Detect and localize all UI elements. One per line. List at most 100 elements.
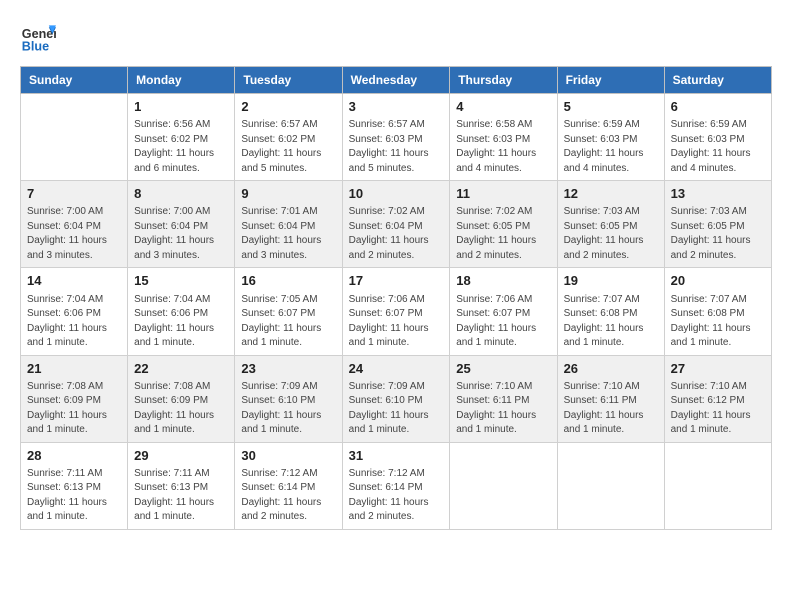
calendar-cell: 25 Sunrise: 7:10 AMSunset: 6:11 PMDayligh… [450, 355, 557, 442]
day-info: Sunrise: 7:05 AMSunset: 6:07 PMDaylight:… [241, 293, 335, 351]
day-number: 1 [134, 98, 228, 116]
calendar-cell: 4 Sunrise: 6:58 AMSunset: 6:03 PMDaylight… [450, 94, 557, 181]
day-number: 7 [27, 185, 121, 203]
day-info: Sunrise: 7:03 AMSunset: 6:05 PMDaylight:… [671, 205, 765, 263]
calendar-cell: 11Sunrise: 7:02 AMSunset: 6:05 PMDayligh… [450, 181, 557, 268]
calendar-cell: 3 Sunrise: 6:57 AMSunset: 6:03 PMDaylight… [342, 94, 450, 181]
day-info: Sunrise: 7:10 AMSunset: 6:12 PMDaylight:… [671, 380, 765, 438]
day-number: 20 [671, 272, 765, 290]
day-number: 2 [241, 98, 335, 116]
day-number: 26 [564, 360, 658, 378]
calendar-cell: 1 Sunrise: 6:56 AMSunset: 6:02 PMDaylight… [128, 94, 235, 181]
calendar-cell: 23 Sunrise: 7:09 AMSunset: 6:10 PMDayligh… [235, 355, 342, 442]
calendar-cell: 22Sunrise: 7:08 AMSunset: 6:09 PMDayligh… [128, 355, 235, 442]
calendar-week-row: 28 Sunrise: 7:11 AMSunset: 6:13 PMDayligh… [21, 442, 772, 529]
calendar-cell: 6 Sunrise: 6:59 AMSunset: 6:03 PMDaylight… [664, 94, 771, 181]
day-number: 17 [349, 272, 444, 290]
calendar-cell: 8 Sunrise: 7:00 AMSunset: 6:04 PMDaylight… [128, 181, 235, 268]
weekday-header-friday: Friday [557, 67, 664, 94]
day-number: 5 [564, 98, 658, 116]
calendar-week-row: 21 Sunrise: 7:08 AMSunset: 6:09 PMDayligh… [21, 355, 772, 442]
calendar-cell: 30 Sunrise: 7:12 AMSunset: 6:14 PMDayligh… [235, 442, 342, 529]
calendar-cell: 21 Sunrise: 7:08 AMSunset: 6:09 PMDayligh… [21, 355, 128, 442]
day-number: 4 [456, 98, 550, 116]
day-info: Sunrise: 7:08 AMSunset: 6:09 PMDaylight:… [134, 380, 228, 438]
day-number: 19 [564, 272, 658, 290]
day-number: 10 [349, 185, 444, 203]
day-number: 23 [241, 360, 335, 378]
calendar-cell: 19 Sunrise: 7:07 AMSunset: 6:08 PMDayligh… [557, 268, 664, 355]
day-info: Sunrise: 7:10 AMSunset: 6:11 PMDaylight:… [456, 380, 550, 438]
day-number: 30 [241, 447, 335, 465]
day-info: Sunrise: 7:01 AMSunset: 6:04 PMDaylight:… [241, 205, 335, 263]
day-info: Sunrise: 6:57 AMSunset: 6:02 PMDaylight:… [241, 118, 335, 176]
day-info: Sunrise: 6:56 AMSunset: 6:02 PMDaylight:… [134, 118, 228, 176]
day-info: Sunrise: 6:59 AMSunset: 6:03 PMDaylight:… [671, 118, 765, 176]
page-header: General Blue [20, 20, 772, 56]
day-info: Sunrise: 7:08 AMSunset: 6:09 PMDaylight:… [27, 380, 121, 438]
calendar-cell: 9 Sunrise: 7:01 AMSunset: 6:04 PMDaylight… [235, 181, 342, 268]
day-number: 24 [349, 360, 444, 378]
calendar-cell: 5Sunrise: 6:59 AMSunset: 6:03 PMDaylight… [557, 94, 664, 181]
weekday-header-monday: Monday [128, 67, 235, 94]
day-info: Sunrise: 7:11 AMSunset: 6:13 PMDaylight:… [27, 467, 121, 525]
calendar-cell: 2 Sunrise: 6:57 AMSunset: 6:02 PMDaylight… [235, 94, 342, 181]
day-info: Sunrise: 6:58 AMSunset: 6:03 PMDaylight:… [456, 118, 550, 176]
calendar-cell: 24 Sunrise: 7:09 AMSunset: 6:10 PMDayligh… [342, 355, 450, 442]
day-info: Sunrise: 7:12 AMSunset: 6:14 PMDaylight:… [349, 467, 444, 525]
calendar-cell [557, 442, 664, 529]
day-number: 3 [349, 98, 444, 116]
calendar-week-row: 14Sunrise: 7:04 AMSunset: 6:06 PMDayligh… [21, 268, 772, 355]
day-info: Sunrise: 7:04 AMSunset: 6:06 PMDaylight:… [27, 293, 121, 351]
day-number: 18 [456, 272, 550, 290]
day-number: 9 [241, 185, 335, 203]
calendar-cell [21, 94, 128, 181]
day-info: Sunrise: 7:04 AMSunset: 6:06 PMDaylight:… [134, 293, 228, 351]
day-info: Sunrise: 7:09 AMSunset: 6:10 PMDaylight:… [241, 380, 335, 438]
calendar-cell: 26 Sunrise: 7:10 AMSunset: 6:11 PMDayligh… [557, 355, 664, 442]
calendar-cell: 10 Sunrise: 7:02 AMSunset: 6:04 PMDayligh… [342, 181, 450, 268]
day-info: Sunrise: 6:57 AMSunset: 6:03 PMDaylight:… [349, 118, 444, 176]
svg-text:Blue: Blue [22, 40, 49, 54]
calendar-cell: 12 Sunrise: 7:03 AMSunset: 6:05 PMDayligh… [557, 181, 664, 268]
calendar-cell [664, 442, 771, 529]
day-info: Sunrise: 7:03 AMSunset: 6:05 PMDaylight:… [564, 205, 658, 263]
calendar-cell: 28 Sunrise: 7:11 AMSunset: 6:13 PMDayligh… [21, 442, 128, 529]
day-number: 28 [27, 447, 121, 465]
logo: General Blue [20, 20, 60, 56]
calendar-cell: 14Sunrise: 7:04 AMSunset: 6:06 PMDayligh… [21, 268, 128, 355]
day-info: Sunrise: 7:07 AMSunset: 6:08 PMDaylight:… [564, 293, 658, 351]
calendar-cell: 20 Sunrise: 7:07 AMSunset: 6:08 PMDayligh… [664, 268, 771, 355]
day-info: Sunrise: 7:12 AMSunset: 6:14 PMDaylight:… [241, 467, 335, 525]
weekday-header-row: SundayMondayTuesdayWednesdayThursdayFrid… [21, 67, 772, 94]
calendar-table: SundayMondayTuesdayWednesdayThursdayFrid… [20, 66, 772, 530]
weekday-header-saturday: Saturday [664, 67, 771, 94]
day-number: 31 [349, 447, 444, 465]
day-number: 8 [134, 185, 228, 203]
day-number: 21 [27, 360, 121, 378]
calendar-cell: 7Sunrise: 7:00 AMSunset: 6:04 PMDaylight… [21, 181, 128, 268]
day-number: 12 [564, 185, 658, 203]
calendar-cell: 18Sunrise: 7:06 AMSunset: 6:07 PMDayligh… [450, 268, 557, 355]
day-info: Sunrise: 7:06 AMSunset: 6:07 PMDaylight:… [349, 293, 444, 351]
day-number: 16 [241, 272, 335, 290]
calendar-cell: 15Sunrise: 7:04 AMSunset: 6:06 PMDayligh… [128, 268, 235, 355]
day-number: 13 [671, 185, 765, 203]
day-info: Sunrise: 7:10 AMSunset: 6:11 PMDaylight:… [564, 380, 658, 438]
day-number: 29 [134, 447, 228, 465]
calendar-cell: 16 Sunrise: 7:05 AMSunset: 6:07 PMDayligh… [235, 268, 342, 355]
day-info: Sunrise: 7:02 AMSunset: 6:04 PMDaylight:… [349, 205, 444, 263]
calendar-cell: 17 Sunrise: 7:06 AMSunset: 6:07 PMDayligh… [342, 268, 450, 355]
logo-icon: General Blue [20, 20, 56, 56]
day-info: Sunrise: 7:00 AMSunset: 6:04 PMDaylight:… [134, 205, 228, 263]
day-number: 27 [671, 360, 765, 378]
day-info: Sunrise: 7:07 AMSunset: 6:08 PMDaylight:… [671, 293, 765, 351]
day-number: 25 [456, 360, 550, 378]
calendar-cell [450, 442, 557, 529]
weekday-header-thursday: Thursday [450, 67, 557, 94]
day-info: Sunrise: 7:09 AMSunset: 6:10 PMDaylight:… [349, 380, 444, 438]
calendar-cell: 27 Sunrise: 7:10 AMSunset: 6:12 PMDayligh… [664, 355, 771, 442]
day-number: 6 [671, 98, 765, 116]
calendar-cell: 29 Sunrise: 7:11 AMSunset: 6:13 PMDayligh… [128, 442, 235, 529]
day-info: Sunrise: 7:11 AMSunset: 6:13 PMDaylight:… [134, 467, 228, 525]
